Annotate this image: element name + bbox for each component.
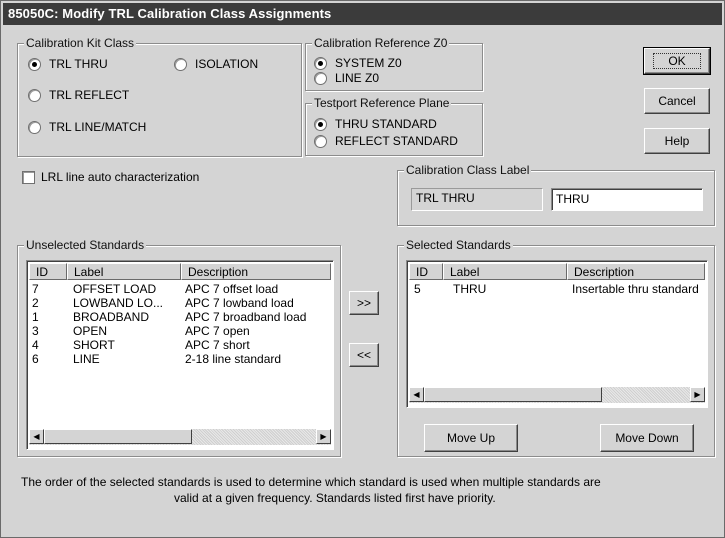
cell-id: 5 bbox=[414, 282, 421, 296]
class-label-group: Calibration Class Label TRL THRU THRU bbox=[397, 163, 715, 226]
help-button[interactable]: Help bbox=[644, 128, 710, 154]
footer-note-line-2: valid at a given frequency. Standards li… bbox=[174, 491, 496, 505]
cell-label: OFFSET LOAD bbox=[73, 282, 157, 296]
class-name-text: TRL THRU bbox=[416, 191, 475, 205]
cell-label: OPEN bbox=[73, 324, 108, 338]
unselected-standards-list[interactable]: ID Label Description 7 OFFSET LOAD APC 7… bbox=[26, 260, 334, 450]
move-down-label: Move Down bbox=[615, 431, 679, 445]
column-header-description[interactable]: Description bbox=[567, 263, 705, 280]
cell-id: 1 bbox=[32, 310, 39, 324]
radio-system-z0[interactable]: SYSTEM Z0 bbox=[314, 56, 402, 70]
class-label-value: THRU bbox=[556, 192, 590, 206]
dialog-window: 85050C: Modify TRL Calibration Class Ass… bbox=[0, 0, 725, 538]
unselected-standards-title: Unselected Standards bbox=[24, 238, 147, 252]
title-bar: 85050C: Modify TRL Calibration Class Ass… bbox=[3, 3, 722, 25]
selected-standards-title: Selected Standards bbox=[404, 238, 513, 252]
radio-dot bbox=[314, 71, 327, 85]
radio-label: TRL THRU bbox=[49, 57, 108, 71]
add-standard-button[interactable]: >> bbox=[349, 291, 379, 315]
cell-description: APC 7 broadband load bbox=[185, 310, 307, 324]
kit-class-group: Calibration Kit Class TRL THRU ISOLATION… bbox=[17, 36, 302, 157]
horizontal-scrollbar[interactable]: ◀ ▶ bbox=[29, 429, 331, 445]
cell-description: Insertable thru standard bbox=[572, 282, 699, 296]
radio-trl-reflect[interactable]: TRL REFLECT bbox=[28, 88, 129, 102]
lrl-checkbox-label: LRL line auto characterization bbox=[41, 170, 200, 184]
radio-dot bbox=[28, 120, 41, 134]
cell-description: APC 7 short bbox=[185, 338, 250, 352]
cancel-button-label: Cancel bbox=[658, 94, 696, 108]
cell-id: 2 bbox=[32, 296, 39, 310]
move-down-button[interactable]: Move Down bbox=[600, 424, 694, 452]
ref-z0-group: Calibration Reference Z0 SYSTEM Z0 LINE … bbox=[305, 36, 483, 91]
radio-label: TRL LINE/MATCH bbox=[49, 120, 147, 134]
cell-id: 3 bbox=[32, 324, 39, 338]
footer-note-line-1: The order of the selected standards is u… bbox=[21, 475, 601, 489]
radio-dot bbox=[28, 57, 41, 71]
radio-line-z0[interactable]: LINE Z0 bbox=[314, 71, 379, 85]
ref-plane-title: Testport Reference Plane bbox=[312, 96, 452, 110]
scroll-right-icon[interactable]: ▶ bbox=[316, 429, 331, 444]
radio-dot bbox=[314, 117, 327, 131]
column-header-id[interactable]: ID bbox=[29, 263, 67, 280]
radio-dot bbox=[314, 134, 327, 148]
cell-description: APC 7 offset load bbox=[185, 282, 279, 296]
scroll-left-icon[interactable]: ◀ bbox=[409, 387, 424, 402]
radio-thru-standard[interactable]: THRU STANDARD bbox=[314, 117, 437, 131]
selected-standards-list[interactable]: ID Label Description 5 THRU Insertable t… bbox=[406, 260, 708, 408]
cell-label: LINE bbox=[73, 352, 100, 366]
kit-class-title: Calibration Kit Class bbox=[24, 36, 137, 50]
radio-label: SYSTEM Z0 bbox=[335, 56, 402, 70]
cell-label: LOWBAND LO... bbox=[73, 296, 164, 310]
class-label-title: Calibration Class Label bbox=[404, 163, 532, 177]
scroll-right-icon[interactable]: ▶ bbox=[690, 387, 705, 402]
cell-label: SHORT bbox=[73, 338, 115, 352]
move-up-label: Move Up bbox=[446, 431, 496, 445]
column-header-description[interactable]: Description bbox=[181, 263, 331, 280]
scrollbar-thumb[interactable] bbox=[424, 387, 602, 402]
ref-plane-group: Testport Reference Plane THRU STANDARD R… bbox=[305, 96, 483, 156]
cancel-button[interactable]: Cancel bbox=[644, 88, 710, 114]
cell-description: APC 7 open bbox=[185, 324, 250, 338]
ok-button[interactable]: OK bbox=[643, 47, 711, 75]
column-header-label[interactable]: Label bbox=[443, 263, 567, 280]
radio-dot bbox=[174, 57, 187, 71]
radio-dot bbox=[314, 56, 327, 70]
move-up-button[interactable]: Move Up bbox=[424, 424, 518, 452]
radio-label: TRL REFLECT bbox=[49, 88, 130, 102]
radio-trl-thru[interactable]: TRL THRU bbox=[28, 57, 108, 71]
radio-trl-line-match[interactable]: TRL LINE/MATCH bbox=[28, 120, 146, 134]
ok-button-label: OK bbox=[653, 53, 701, 69]
radio-label: ISOLATION bbox=[195, 57, 259, 71]
cell-label: THRU bbox=[453, 282, 487, 296]
window-title: 85050C: Modify TRL Calibration Class Ass… bbox=[8, 6, 332, 21]
radio-label: THRU STANDARD bbox=[335, 117, 437, 131]
cell-label: BROADBAND bbox=[73, 310, 150, 324]
cell-description: 2-18 line standard bbox=[185, 352, 282, 366]
column-header-label[interactable]: Label bbox=[67, 263, 181, 280]
radio-label: LINE Z0 bbox=[335, 71, 380, 85]
cell-description: APC 7 lowband load bbox=[185, 296, 294, 310]
radio-dot bbox=[28, 88, 41, 102]
cell-id: 4 bbox=[32, 338, 39, 352]
cell-id: 7 bbox=[32, 282, 39, 296]
remove-standard-button[interactable]: << bbox=[349, 343, 379, 367]
radio-isolation[interactable]: ISOLATION bbox=[174, 57, 258, 71]
unselected-standards-group: Unselected Standards ID Label Descriptio… bbox=[17, 238, 341, 457]
cell-id: 6 bbox=[32, 352, 39, 366]
scrollbar-thumb[interactable] bbox=[44, 429, 192, 444]
remove-standard-label: << bbox=[356, 348, 371, 362]
radio-label: REFLECT STANDARD bbox=[335, 134, 458, 148]
horizontal-scrollbar[interactable]: ◀ ▶ bbox=[409, 387, 705, 403]
scroll-left-icon[interactable]: ◀ bbox=[29, 429, 44, 444]
column-header-id[interactable]: ID bbox=[409, 263, 443, 280]
ref-z0-title: Calibration Reference Z0 bbox=[312, 36, 450, 50]
class-name-box: TRL THRU bbox=[411, 188, 543, 211]
radio-reflect-standard[interactable]: REFLECT STANDARD bbox=[314, 134, 458, 148]
lrl-checkbox[interactable] bbox=[22, 171, 35, 184]
class-label-input[interactable]: THRU bbox=[551, 188, 703, 211]
help-button-label: Help bbox=[664, 134, 690, 148]
add-standard-label: >> bbox=[356, 296, 371, 310]
selected-standards-group: Selected Standards ID Label Description … bbox=[397, 238, 715, 457]
